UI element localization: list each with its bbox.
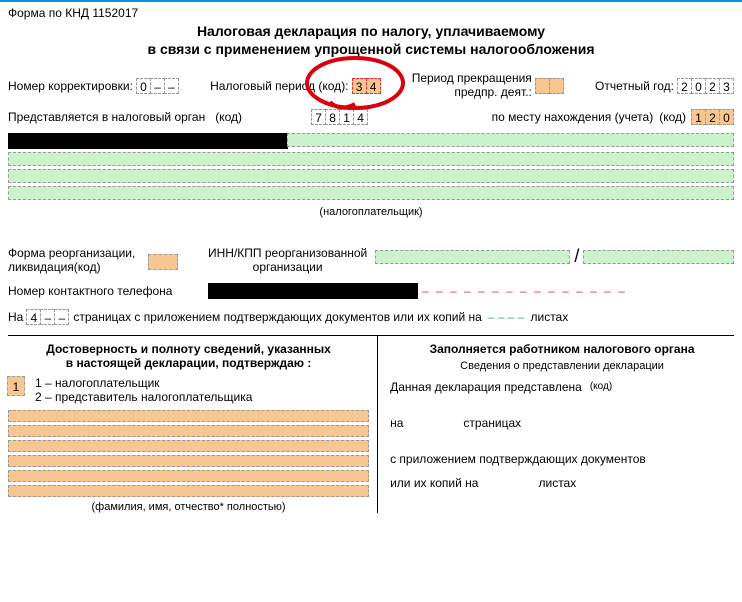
form-code: Форма по КНД 1152017 [8, 6, 734, 20]
correction-cell-0[interactable]: 0 [136, 78, 151, 94]
taxpayer-name-block [8, 133, 734, 200]
confirm-heading-1: Достоверность и полноту сведений, указан… [8, 342, 369, 356]
name-line-3[interactable] [8, 169, 734, 183]
place-cell-2[interactable]: 0 [719, 109, 734, 125]
pages-cell-0[interactable]: 4 [26, 309, 41, 325]
pages-cell-1[interactable]: – [40, 309, 55, 325]
correction-cell-2[interactable]: – [164, 78, 179, 94]
pages-cell-2[interactable]: – [54, 309, 69, 325]
row-phone: Номер контактного телефона – – – – – – –… [8, 283, 734, 299]
tax-form-page: Форма по КНД 1152017 Налоговая деклараци… [0, 0, 742, 602]
bottom-section: Достоверность и полноту сведений, указан… [8, 335, 734, 513]
fio-lines [8, 410, 369, 497]
inspector-heading: Заполняется работником налогового органа [390, 342, 734, 356]
fio-line-4[interactable] [8, 455, 369, 467]
correction-label: Номер корректировки: [8, 79, 133, 93]
pages-dashes: – – – – [488, 310, 525, 324]
taxpayer-caption: (налогоплательщик) [8, 206, 734, 218]
year-cells[interactable]: 2 0 2 3 [678, 78, 734, 94]
termination-cells[interactable] [536, 78, 564, 94]
reorg-inn-label-1: ИНН/КПП реорганизованной [208, 246, 367, 260]
pages-sheets: листах [530, 310, 568, 324]
reorg-inn-field[interactable] [375, 250, 570, 264]
year-cell-2[interactable]: 2 [705, 78, 720, 94]
confirm-heading-2: в настоящей декларации, подтверждаю : [8, 356, 369, 370]
pages-mid: страницах с приложением подтверждающих д… [73, 310, 481, 324]
fio-line-2[interactable] [8, 425, 369, 437]
place-code-label: (код) [659, 110, 686, 124]
fio-line-5[interactable] [8, 470, 369, 482]
place-cell-0[interactable]: 1 [691, 109, 706, 125]
year-label: Отчетный год: [595, 79, 674, 93]
correction-cell-1[interactable]: – [150, 78, 165, 94]
on-label: на [390, 416, 403, 430]
redacted-name-1 [8, 133, 288, 149]
name-line-4[interactable] [8, 186, 734, 200]
presented-code-label: (код) [590, 381, 612, 392]
presented-label: Данная декларация представлена [390, 380, 582, 394]
row-reorg: Форма реорганизации, ликвидация(код) ИНН… [8, 246, 734, 275]
termination-cell-0[interactable] [535, 78, 550, 94]
phone-dash-fill: – – – – – – – – – – – – – – – [422, 284, 627, 298]
opt-2: 2 – представитель налогоплательщика [35, 390, 252, 404]
signer-type-field[interactable]: 1 [7, 376, 25, 396]
place-cell-1[interactable]: 2 [705, 109, 720, 125]
termination-label-2: предпр. деят.: [412, 86, 532, 99]
column-confirmer: Достоверность и полноту сведений, указан… [8, 336, 378, 513]
place-cells[interactable]: 1 2 0 [692, 109, 734, 125]
reorg-inn-label-2: организации [208, 260, 367, 274]
fio-line-6[interactable] [8, 485, 369, 497]
correction-cells[interactable]: 0 – – [137, 78, 179, 94]
redacted-phone [208, 283, 418, 299]
place-label: по месту нахождения (учета) [492, 110, 654, 124]
submit-code-label: (код) [215, 110, 242, 124]
document-title: Налоговая декларация по налогу, уплачива… [8, 22, 734, 58]
inspector-sub: Сведения о представлении декларации [390, 360, 734, 372]
pages-word: страницах [463, 416, 521, 430]
sheets-word: листах [538, 476, 576, 490]
attach-label: с приложением подтверждающих документов [390, 452, 646, 466]
fio-note: (фамилия, имя, отчество* полностью) [8, 501, 369, 513]
reorg-label-1: Форма реорганизации, [8, 246, 148, 260]
copies-label: или их копий на [390, 476, 478, 490]
pages-pre: На [8, 310, 23, 324]
pages-cells[interactable]: 4 – – [27, 309, 69, 325]
year-cell-3[interactable]: 3 [719, 78, 734, 94]
reorg-kpp-field[interactable] [583, 250, 734, 264]
termination-cell-1[interactable] [549, 78, 564, 94]
submit-label: Представляется в налоговый орган [8, 110, 205, 124]
column-inspector: Заполняется работником налогового органа… [378, 336, 734, 513]
fio-line-3[interactable] [8, 440, 369, 452]
reorg-code-field[interactable] [148, 254, 178, 270]
opt-1: 1 – налогоплательщик [35, 376, 252, 390]
slash: / [574, 246, 579, 267]
fio-line-1[interactable] [8, 410, 369, 422]
name-line-2[interactable] [8, 152, 734, 166]
name-line-ext-1[interactable] [287, 133, 734, 147]
title-line1: Налоговая декларация по налогу, уплачива… [8, 22, 734, 40]
phone-label: Номер контактного телефона [8, 284, 208, 298]
reorg-label-2: ликвидация(код) [8, 260, 148, 274]
year-cell-1[interactable]: 0 [691, 78, 706, 94]
termination-label-1: Период прекращения [412, 72, 532, 85]
annotation-circle [300, 54, 410, 112]
year-cell-0[interactable]: 2 [677, 78, 692, 94]
row-pages: На 4 – – страницах с приложением подтвер… [8, 309, 734, 325]
